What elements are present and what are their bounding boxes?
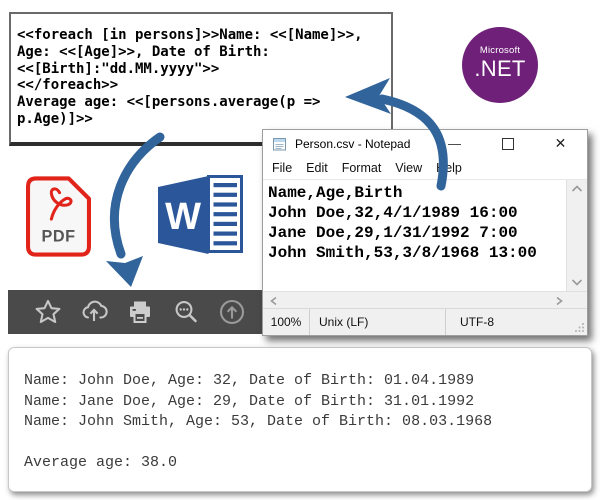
scroll-up-icon[interactable] [218, 298, 246, 326]
word-letter: W [165, 196, 201, 238]
menu-format[interactable]: Format [335, 161, 389, 175]
cloud-upload-icon[interactable] [80, 298, 108, 326]
status-line-ending: Unix (LF) [310, 315, 445, 329]
output-line: Name: John Doe, Age: 32, Date of Birth: … [24, 371, 591, 392]
code-line: Average age: <<[persons.average(p => [17, 94, 391, 111]
code-line: Age: <<[Age]>>, Date of Birth: [17, 44, 391, 61]
output-line: Name: John Smith, Age: 53, Date of Birth… [24, 412, 591, 433]
output-line: Name: Jane Doe, Age: 29, Date of Birth: … [24, 392, 591, 413]
vertical-scrollbar[interactable] [566, 180, 587, 291]
dotnet-logo-brand: Microsoft [462, 45, 538, 56]
notepad-text-area[interactable]: Name,Age,Birth John Doe,32,4/1/1989 16:0… [263, 180, 566, 291]
pdf-icon: PDF [26, 176, 91, 257]
window-title: Person.csv - Notepad [295, 137, 428, 151]
dotnet-logo-name: .NET [462, 56, 538, 82]
print-icon[interactable] [126, 298, 154, 326]
menu-file[interactable]: File [265, 161, 299, 175]
notepad-statusbar: 100% Unix (LF) UTF-8 [263, 308, 587, 335]
code-line: <<foreach [in persons]>>Name: <<[Name]>>… [17, 27, 391, 44]
pdf-label: PDF [41, 227, 75, 245]
output-line: Average age: 38.0 [24, 453, 591, 474]
status-encoding: UTF-8 [446, 315, 587, 329]
menu-help[interactable]: Help [429, 161, 469, 175]
notepad-titlebar[interactable]: Person.csv - Notepad — ✕ [263, 130, 587, 157]
code-line: p.Age)]>> [17, 111, 391, 128]
code-line: <<[Birth]:"dd.MM.yyyy">> [17, 61, 391, 78]
code-line: <</foreach>> [17, 77, 391, 94]
template-code-text: <<foreach [in persons]>>Name: <<[Name]>>… [11, 14, 391, 128]
star-icon[interactable] [34, 298, 62, 326]
maximize-button[interactable] [481, 130, 534, 157]
scroll-right-arrow-icon[interactable] [555, 296, 563, 306]
csv-line: John Smith,53,3/8/1968 13:00 [268, 243, 566, 263]
rendered-output-panel: Name: John Doe, Age: 32, Date of Birth: … [8, 347, 592, 492]
horizontal-scrollbar[interactable] [263, 291, 587, 308]
minimize-button[interactable]: — [428, 130, 481, 157]
pdf-file-icon: PDF [26, 176, 91, 262]
notepad-menubar: File Edit Format View Help [263, 157, 587, 179]
maximize-icon [502, 138, 514, 150]
close-button[interactable]: ✕ [534, 130, 587, 157]
scroll-down-arrow-icon[interactable] [571, 278, 583, 286]
word-icon: W [155, 172, 245, 257]
status-zoom: 100% [263, 315, 309, 329]
zoom-search-icon[interactable] [172, 298, 200, 326]
csv-line: Jane Doe,29,1/31/1992 7:00 [268, 223, 566, 243]
scroll-up-arrow-icon[interactable] [571, 185, 583, 193]
menu-edit[interactable]: Edit [299, 161, 335, 175]
csv-line: John Doe,32,4/1/1989 16:00 [268, 203, 566, 223]
menu-view[interactable]: View [388, 161, 429, 175]
dotnet-logo: Microsoft .NET [462, 27, 538, 103]
word-file-icon: W [155, 172, 245, 262]
template-code-panel: <<foreach [in persons]>>Name: <<[Name]>>… [9, 12, 393, 146]
output-line [24, 433, 591, 454]
notepad-app-icon [271, 135, 288, 152]
scroll-left-arrow-icon[interactable] [270, 296, 278, 306]
notepad-window: Person.csv - Notepad — ✕ File Edit Forma… [262, 129, 588, 336]
resize-grip-icon[interactable] [574, 322, 585, 333]
arrow-template-to-printer [106, 137, 160, 287]
csv-line: Name,Age,Birth [268, 183, 566, 203]
